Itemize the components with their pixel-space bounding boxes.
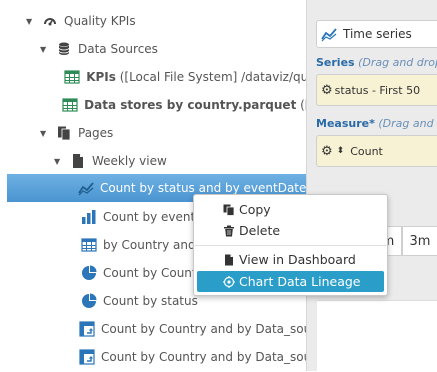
source-path: ([Local File System] /dataviz/qua	[115, 70, 306, 84]
tree-item-source-data-stores[interactable]: Data stores by country.parquet ([Lo	[0, 91, 306, 119]
measure-dropzone[interactable]: ⚙ ⬍ Count	[316, 135, 437, 167]
sort-icon[interactable]: ⬍	[337, 146, 345, 156]
measure-label: Measure* (Drag and dr	[316, 117, 437, 130]
menu-divider	[194, 245, 387, 246]
pivot-icon	[79, 321, 95, 337]
page-icon	[225, 254, 233, 265]
tree-item-data-sources[interactable]: ▼ Data Sources	[0, 35, 306, 63]
tree-label: by Country and	[103, 238, 196, 252]
chart-type-label: Time series	[343, 27, 412, 41]
source-path: ([Lo	[300, 98, 306, 112]
context-menu: Copy Delete View in Dashboard Chart Data…	[193, 194, 388, 296]
table-icon	[62, 98, 78, 112]
dashboard-icon	[44, 18, 56, 26]
source-name: Data stores by country.parquet	[84, 98, 297, 112]
page-icon	[73, 154, 83, 168]
tree-label: Count by Country and by Data_sou	[100, 350, 306, 364]
caret-down-icon[interactable]: ▼	[40, 129, 50, 138]
pie-chart-icon	[82, 293, 97, 308]
gear-icon[interactable]: ⚙	[321, 144, 333, 159]
tree-label: Pages	[78, 126, 114, 140]
tree-label: Count by Count	[103, 266, 197, 280]
menu-item-chart-data-lineage[interactable]: Chart Data Lineage	[197, 271, 384, 292]
tree-label: Count by Country and by Data_sou	[100, 322, 306, 336]
source-name: KPIs	[86, 70, 116, 84]
menu-item-copy[interactable]: Copy	[197, 199, 384, 220]
tree-label: Count by status and by eventDate (	[99, 181, 306, 195]
menu-item-delete[interactable]: Delete	[197, 220, 384, 241]
tree-item-source-kpis[interactable]: KPIs ([Local File System] /dataviz/qua	[0, 63, 306, 91]
trash-icon	[224, 225, 234, 236]
tree-label: Weekly view	[92, 154, 167, 168]
tree-item-chart[interactable]: Count by Country and by Data_sou	[0, 343, 306, 371]
series-label: Series (Drag and drop a	[316, 56, 437, 69]
pages-icon	[58, 126, 71, 141]
tree-item-pages[interactable]: ▼ Pages	[0, 119, 306, 147]
chart-type-select[interactable]: Time series	[316, 20, 437, 48]
project-tree: ▼ Quality KPIs ▼ Data Sources KPIs ([Loc…	[0, 0, 307, 371]
line-chart-icon	[78, 182, 94, 196]
gear-icon[interactable]: ⚙	[321, 83, 333, 98]
tree-item-quality-kpis[interactable]: ▼ Quality KPIs	[0, 7, 306, 35]
caret-down-icon[interactable]: ▼	[54, 157, 64, 166]
database-icon	[58, 42, 70, 55]
table-icon	[81, 238, 97, 252]
lineage-icon	[223, 275, 235, 288]
tree-label: Quality KPIs	[64, 14, 136, 28]
menu-item-view-in-dashboard[interactable]: View in Dashboard	[197, 249, 384, 270]
measure-chip[interactable]: Count	[350, 145, 383, 158]
tree-item-chart[interactable]: Count by Country and by Data_sou	[0, 315, 306, 343]
tree-label: Count by status	[103, 294, 198, 308]
chart-preview-area	[317, 300, 437, 372]
line-chart-icon	[321, 28, 337, 42]
caret-down-icon[interactable]: ▼	[40, 45, 50, 54]
bar-chart-icon	[82, 210, 96, 224]
copy-icon	[223, 204, 235, 216]
tree-label: Data Sources	[78, 42, 158, 56]
pivot-icon	[79, 349, 95, 365]
pie-chart-icon	[82, 265, 97, 280]
series-chip[interactable]: status - First 50	[335, 84, 420, 97]
table-icon	[64, 70, 80, 84]
range-button-3m[interactable]: 3m	[402, 226, 437, 256]
caret-down-icon[interactable]: ▼	[26, 17, 36, 26]
tree-item-weekly-view[interactable]: ▼ Weekly view	[0, 147, 306, 175]
series-dropzone[interactable]: ⚙ status - First 50	[316, 74, 437, 106]
